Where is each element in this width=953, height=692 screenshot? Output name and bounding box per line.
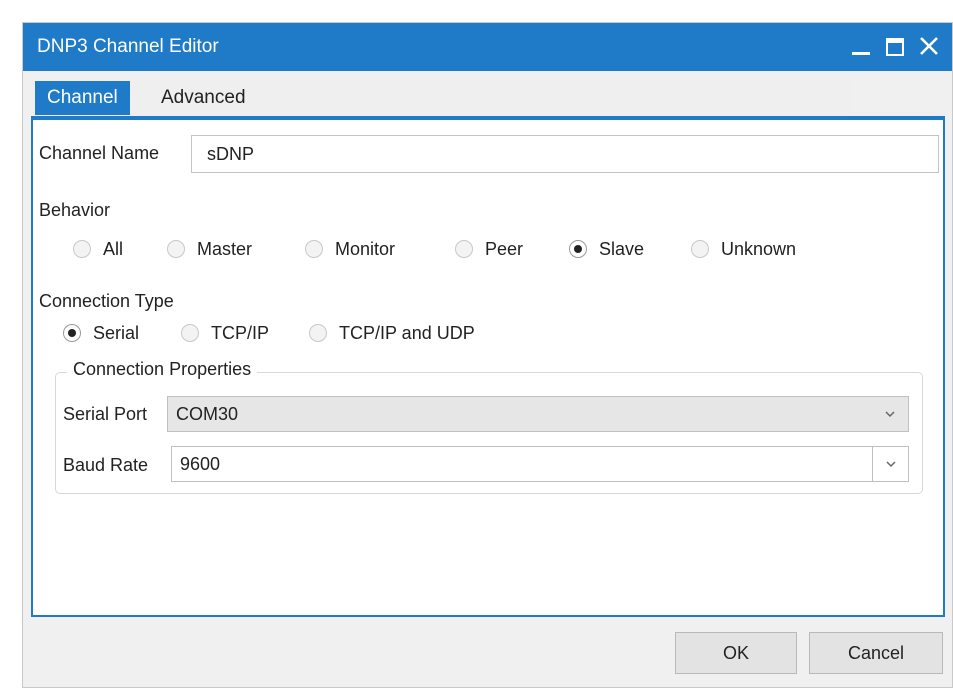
radio-circle <box>691 240 709 258</box>
behavior-radio-master[interactable]: Master <box>167 235 252 263</box>
behavior-radio-slave[interactable]: Slave <box>569 235 644 263</box>
radio-label: TCP/IP and UDP <box>339 322 475 343</box>
baud-rate-label: Baud Rate <box>63 455 149 475</box>
connection-properties-legend: Connection Properties <box>67 359 258 380</box>
chevron-down-icon[interactable] <box>872 447 908 481</box>
cancel-button[interactable]: Cancel <box>809 632 943 674</box>
behavior-radio-unknown[interactable]: Unknown <box>691 235 796 263</box>
radio-circle <box>305 240 323 258</box>
channel-tab-panel: Channel Name sDNP Behavior All Master Mo… <box>31 120 945 617</box>
behavior-radio-monitor[interactable]: Monitor <box>305 235 395 263</box>
channel-name-input[interactable]: sDNP <box>191 135 939 173</box>
radio-circle <box>181 324 199 342</box>
chevron-down-icon <box>872 397 908 431</box>
tab-channel[interactable]: Channel <box>35 81 130 115</box>
serial-port-value: COM30 <box>176 404 239 424</box>
radio-label: Peer <box>485 238 524 259</box>
radio-circle <box>73 240 91 258</box>
tab-strip: Channel Advanced <box>31 79 851 117</box>
window-title: DNP3 Channel Editor <box>37 36 219 57</box>
radio-label: TCP/IP <box>211 322 270 343</box>
behavior-radio-all[interactable]: All <box>73 235 123 263</box>
channel-name-label: Channel Name <box>39 143 160 163</box>
connection-type-label: Connection Type <box>39 291 174 311</box>
ok-button[interactable]: OK <box>675 632 797 674</box>
serial-port-label: Serial Port <box>63 404 148 424</box>
radio-label: Monitor <box>335 238 396 259</box>
minimize-icon[interactable] <box>849 32 873 60</box>
serial-port-select[interactable]: COM30 <box>167 396 909 432</box>
tab-advanced[interactable]: Advanced <box>149 81 258 115</box>
radio-circle-checked <box>63 324 81 342</box>
radio-label: Serial <box>93 322 140 343</box>
radio-label: Unknown <box>721 238 797 259</box>
radio-label: Slave <box>599 238 645 259</box>
behavior-radio-peer[interactable]: Peer <box>455 235 523 263</box>
maximize-icon[interactable] <box>883 32 907 60</box>
radio-label: All <box>103 238 124 259</box>
connection-radio-serial[interactable]: Serial <box>63 319 139 347</box>
baud-rate-combo[interactable]: 9600 <box>171 446 909 482</box>
connection-radio-tcpip[interactable]: TCP/IP <box>181 319 269 347</box>
title-bar[interactable]: DNP3 Channel Editor <box>23 23 952 71</box>
radio-label: Master <box>197 238 253 259</box>
connection-radio-tcpip-udp[interactable]: TCP/IP and UDP <box>309 319 475 347</box>
radio-circle <box>309 324 327 342</box>
dnp3-channel-editor-window: DNP3 Channel Editor Channel Advanced Cha… <box>22 22 953 688</box>
radio-circle <box>167 240 185 258</box>
behavior-label: Behavior <box>39 200 111 220</box>
baud-rate-value[interactable]: 9600 <box>180 454 220 474</box>
radio-circle <box>455 240 473 258</box>
radio-circle-checked <box>569 240 587 258</box>
close-icon[interactable] <box>917 32 941 60</box>
